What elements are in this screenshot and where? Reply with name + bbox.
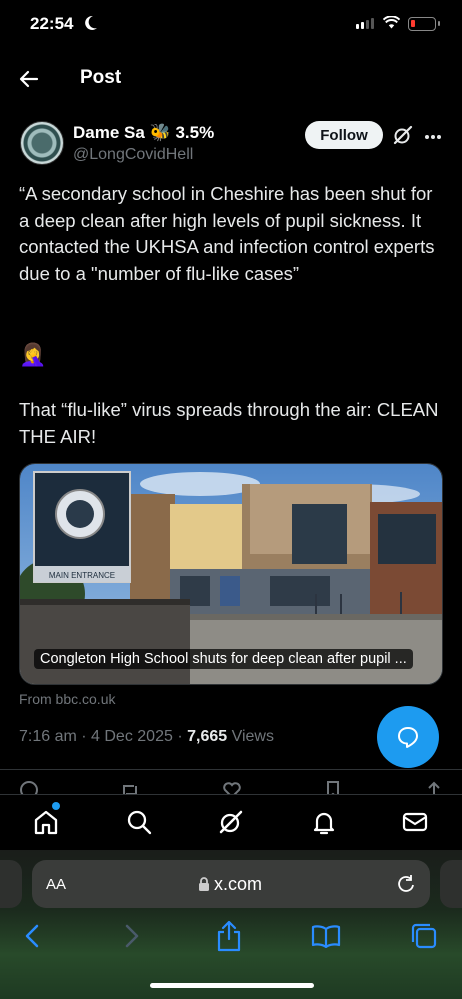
facepalm-emoji: 🤦‍♀️ <box>19 342 47 367</box>
reply-bubble-icon <box>398 727 418 748</box>
post-timestamp: 7:16 am · 4 Dec 2025 · 7,665 Views <box>19 728 274 746</box>
previous-tab-edge[interactable] <box>0 860 22 908</box>
back-arrow-icon[interactable] <box>16 66 42 97</box>
author-display-name: Dame Sa <box>73 123 145 142</box>
search-icon[interactable] <box>124 807 154 837</box>
tabs-icon[interactable] <box>410 922 438 955</box>
wifi-icon <box>382 15 401 34</box>
reply-fab[interactable] <box>377 706 439 768</box>
lock-icon <box>198 877 210 896</box>
author-handle[interactable]: @LongCovidHell <box>73 146 193 164</box>
more-options-icon[interactable] <box>424 124 442 145</box>
moon-icon <box>84 15 98 36</box>
follow-button[interactable]: Follow <box>305 121 383 149</box>
bee-emoji-icon: 🐝 <box>149 123 171 142</box>
home-notification-dot <box>52 802 60 810</box>
bookmarks-icon[interactable] <box>311 924 341 953</box>
home-indicator <box>150 983 314 988</box>
divider <box>0 769 462 770</box>
home-icon[interactable] <box>31 807 61 837</box>
status-time: 22:54 <box>30 14 74 33</box>
repost-icon[interactable] <box>120 780 140 794</box>
like-icon[interactable] <box>222 780 242 794</box>
next-tab-edge[interactable] <box>440 860 462 908</box>
grok-icon[interactable] <box>392 124 414 151</box>
link-card[interactable]: MAIN ENTRANCE Congleton High School shut… <box>19 463 443 685</box>
bookmark-icon[interactable] <box>323 780 343 794</box>
views-label: Views <box>227 728 274 745</box>
back-chevron-icon[interactable] <box>22 922 44 955</box>
grok-tab-icon[interactable] <box>216 807 246 837</box>
messages-icon[interactable] <box>400 807 430 837</box>
share-icon[interactable] <box>424 780 444 794</box>
engagement-row <box>19 780 444 794</box>
sign-text: MAIN ENTRANCE <box>49 571 115 580</box>
reply-icon[interactable] <box>19 780 39 794</box>
bottom-tab-bar <box>0 794 462 850</box>
page-title: Post <box>80 67 122 88</box>
post-time: 7:16 am · 4 Dec 2025 · <box>19 728 188 745</box>
views-count: 7,665 <box>187 728 228 745</box>
avatar[interactable] <box>20 121 64 165</box>
card-caption: Congleton High School shuts for deep cle… <box>34 649 413 669</box>
card-source[interactable]: From bbc.co.uk <box>19 691 115 707</box>
author-name-suffix: 3.5% <box>175 123 215 142</box>
share-sheet-icon[interactable] <box>215 920 243 957</box>
forward-chevron-icon[interactable] <box>120 922 142 955</box>
url-text[interactable]: x.com <box>214 874 262 895</box>
notifications-icon[interactable] <box>309 807 339 837</box>
cellular-signal-icon <box>356 18 374 29</box>
page-settings-button[interactable]: AA <box>46 876 66 893</box>
post-text: “A secondary school in Cheshire has been… <box>19 183 435 284</box>
post-text-secondary: That “flu-like” virus spreads through th… <box>19 399 439 447</box>
battery-icon <box>408 17 440 31</box>
reload-icon[interactable] <box>396 874 416 899</box>
author-name[interactable]: Dame Sa 🐝 3.5% <box>73 123 214 143</box>
